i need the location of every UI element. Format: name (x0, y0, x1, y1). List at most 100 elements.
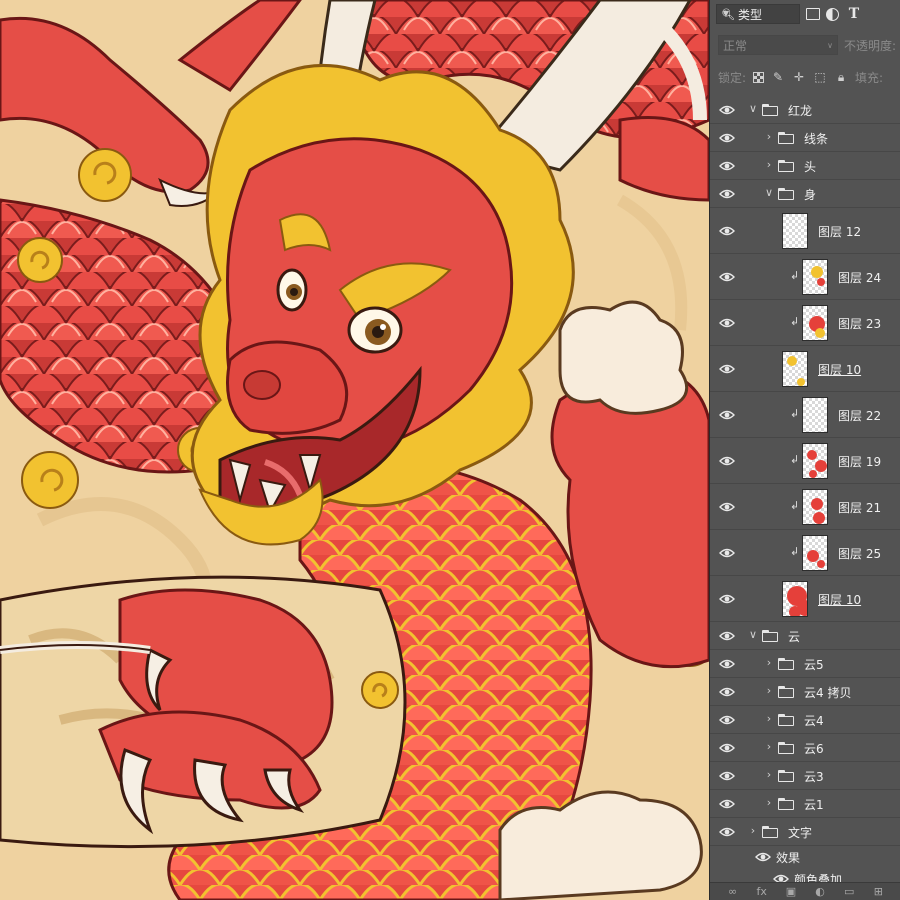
chevron-right-icon[interactable]: › (764, 741, 774, 752)
layer-thumbnail[interactable] (802, 305, 828, 341)
layer-list: ∨ 红龙 › 线条 › 头 ∨ 身图层 12 ↲ 图层 24 ↲ 图层 23 图层 10 ↲ 图层 22 ↲ 图… (710, 96, 900, 887)
eye-icon[interactable] (718, 823, 736, 841)
chevron-right-icon[interactable]: › (764, 797, 774, 808)
layer-row[interactable]: ↲ 图层 23 (710, 300, 900, 346)
chevron-right-icon[interactable]: › (748, 825, 758, 836)
layer-group-row[interactable]: ∨ 身 (710, 180, 900, 208)
layer-group-row[interactable]: ∨ 云 (710, 622, 900, 650)
layer-name: 文字 (788, 826, 813, 840)
eye-icon[interactable] (718, 129, 736, 147)
eye-icon[interactable] (718, 498, 736, 516)
filter-kind-select[interactable]: 🔍︎ 类型 ▼ (716, 4, 800, 24)
lock-transparency-icon[interactable] (753, 71, 765, 83)
opacity-label: 不透明度: (844, 38, 897, 53)
layer-group-row[interactable]: › 云4 拷贝 (710, 678, 900, 706)
layer-group-row[interactable]: › 云1 (710, 790, 900, 818)
image-filter-icon[interactable] (806, 8, 820, 20)
layer-row[interactable]: ↲ 图层 22 (710, 392, 900, 438)
eye-icon[interactable] (718, 268, 736, 286)
artboard-icon[interactable]: ⬚ (813, 70, 827, 84)
eye-icon[interactable] (718, 711, 736, 729)
new-group-icon[interactable]: ▭ (842, 885, 856, 898)
layer-group-row[interactable]: › 云4 (710, 706, 900, 734)
eye-icon[interactable] (718, 452, 736, 470)
artwork-canvas[interactable] (0, 0, 709, 900)
blend-mode-select[interactable]: 正常 ∨ (718, 35, 838, 55)
layer-group-row[interactable]: › 云3 (710, 762, 900, 790)
layer-row[interactable]: ↲ 图层 25 (710, 530, 900, 576)
layer-thumbnail[interactable] (782, 213, 808, 249)
folder-icon (778, 770, 794, 782)
eye-icon[interactable] (718, 590, 736, 608)
chevron-down-icon[interactable]: ∨ (764, 187, 774, 198)
layer-thumbnail[interactable] (802, 259, 828, 295)
layer-group-row[interactable]: ∨ 红龙 (710, 96, 900, 124)
layer-group-row[interactable]: › 云6 (710, 734, 900, 762)
eye-icon[interactable] (754, 848, 772, 866)
layer-group-row[interactable]: › 云5 (710, 650, 900, 678)
layers-bottom-bar: ∞ fx ▣ ◐ ▭ ⊞ (710, 882, 900, 900)
layer-thumbnail[interactable] (782, 581, 808, 617)
link-icon[interactable]: ∞ (726, 885, 740, 898)
lock-position-icon[interactable]: ✛ (792, 70, 806, 84)
layer-row[interactable]: 图层 10 (710, 346, 900, 392)
adjustment-icon[interactable]: ◐ (813, 885, 827, 898)
chevron-right-icon[interactable]: › (764, 657, 774, 668)
layer-row[interactable]: 图层 12 (710, 208, 900, 254)
eye-icon[interactable] (718, 627, 736, 645)
chevron-right-icon[interactable]: › (764, 131, 774, 142)
layer-group-row[interactable]: › 头 (710, 152, 900, 180)
layer-group-row[interactable]: › 线条 (710, 124, 900, 152)
layer-thumbnail[interactable] (782, 351, 808, 387)
layer-name: 红龙 (788, 104, 813, 118)
layer-row[interactable]: ↲ 图层 19 (710, 438, 900, 484)
new-layer-icon[interactable]: ⊞ (871, 885, 885, 898)
layer-thumbnail[interactable] (802, 443, 828, 479)
eye-icon[interactable] (718, 157, 736, 175)
layer-name: 图层 19 (838, 455, 882, 469)
layer-row[interactable]: ↲ 图层 21 (710, 484, 900, 530)
eye-icon[interactable] (718, 185, 736, 203)
folder-icon (778, 686, 794, 698)
layer-name: 云4 拷贝 (804, 686, 852, 700)
lock-image-icon[interactable]: ✎ (771, 70, 785, 84)
folder-icon (778, 658, 794, 670)
layer-name: 身 (804, 188, 817, 202)
eye-icon[interactable] (718, 739, 736, 757)
layer-thumbnail[interactable] (802, 489, 828, 525)
fx-icon[interactable]: fx (755, 885, 769, 898)
eye-icon[interactable] (718, 795, 736, 813)
eye-icon[interactable] (718, 101, 736, 119)
layer-group-row[interactable]: › 文字 (710, 818, 900, 846)
chevron-down-icon[interactable]: ∨ (748, 629, 758, 640)
eye-icon[interactable] (718, 544, 736, 562)
folder-icon (778, 714, 794, 726)
lock-all-icon[interactable]: 🔒︎ (834, 70, 848, 84)
layer-row[interactable]: 图层 10 (710, 576, 900, 622)
mask-icon[interactable]: ▣ (784, 885, 798, 898)
layer-row[interactable]: ↲ 图层 24 (710, 254, 900, 300)
eye-icon[interactable] (718, 314, 736, 332)
eye-icon[interactable] (718, 767, 736, 785)
layer-thumbnail[interactable] (802, 535, 828, 571)
layer-thumbnail[interactable] (802, 397, 828, 433)
type-filter-icon[interactable]: T (845, 5, 863, 23)
eye-icon[interactable] (718, 222, 736, 240)
folder-icon (762, 630, 778, 642)
folder-icon (778, 160, 794, 172)
clipping-mask-icon: ↲ (790, 545, 800, 558)
eye-icon[interactable] (718, 360, 736, 378)
chevron-right-icon[interactable]: › (764, 685, 774, 696)
eye-icon[interactable] (718, 406, 736, 424)
chevron-right-icon[interactable]: › (764, 713, 774, 724)
chevron-down-icon: ▼ (722, 9, 730, 18)
layer-effect-row[interactable]: 效果 (710, 846, 900, 868)
adjustment-filter-icon[interactable] (826, 7, 839, 21)
blend-mode-value: 正常 (723, 38, 748, 53)
eye-icon[interactable] (718, 655, 736, 673)
clipping-mask-icon: ↲ (790, 269, 800, 282)
chevron-down-icon[interactable]: ∨ (748, 103, 758, 114)
chevron-right-icon[interactable]: › (764, 159, 774, 170)
chevron-right-icon[interactable]: › (764, 769, 774, 780)
eye-icon[interactable] (718, 683, 736, 701)
